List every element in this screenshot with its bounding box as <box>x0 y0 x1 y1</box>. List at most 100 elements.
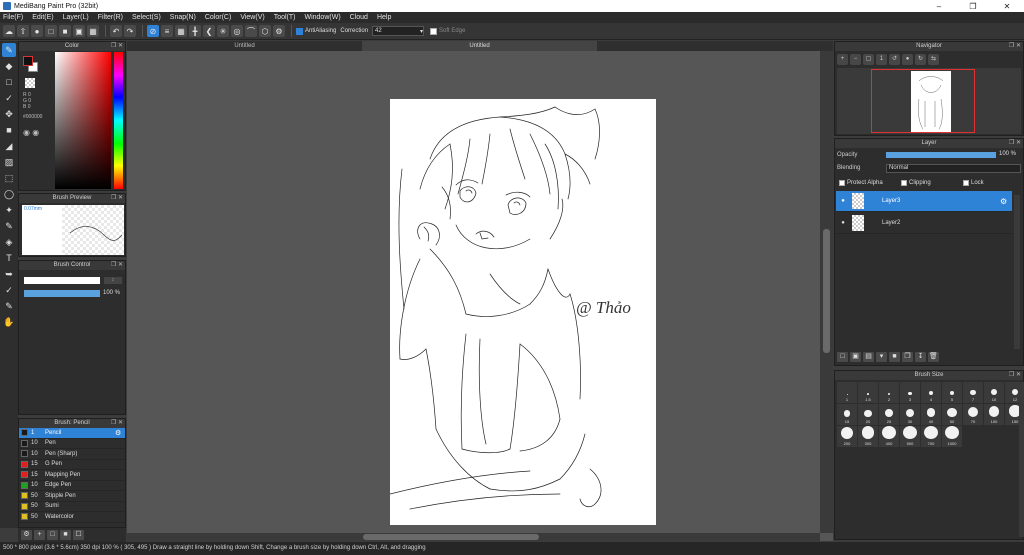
select-pen-icon[interactable]: ✎ <box>2 219 16 233</box>
transparent-swatch[interactable] <box>25 78 35 88</box>
grid-snap-icon[interactable]: ▦ <box>175 25 187 37</box>
brush-size-option[interactable]: 700 <box>921 426 941 447</box>
eraser-tool-icon[interactable]: ◆ <box>2 59 16 73</box>
brush-item[interactable]: 15 G Pen <box>19 460 125 470</box>
brush-size-option[interactable]: 3 <box>900 382 920 403</box>
protect-alpha-option[interactable]: Protect Alpha <box>839 180 883 186</box>
cloud-icon[interactable]: ☁ <box>3 25 15 37</box>
brush-settings-icon[interactable]: ⚙ <box>21 530 32 540</box>
panel-close-icon[interactable]: ❐ ✕ <box>1009 42 1021 51</box>
open-folder-icon[interactable]: ■ <box>59 25 71 37</box>
layer-opacity-slider[interactable] <box>886 152 996 158</box>
brush-size-option[interactable]: 10 <box>984 382 1004 403</box>
brush-size-option[interactable]: 30 <box>900 404 920 425</box>
brush-opacity-slider[interactable] <box>24 290 100 297</box>
vanishing-point-icon[interactable]: ❮ <box>203 25 215 37</box>
menu-window[interactable]: Window(W) <box>304 14 340 21</box>
brush-item[interactable]: 50 Stipple Pen <box>19 491 125 502</box>
minimize-button[interactable]: – <box>922 2 956 11</box>
lasso-tool-icon[interactable]: ◯ <box>2 187 16 201</box>
move-tool-icon[interactable]: ✥ <box>2 107 16 121</box>
brush-size-option[interactable]: 1.5 <box>858 382 878 403</box>
navigator-view-frame[interactable] <box>871 69 975 133</box>
cross-snap-icon[interactable]: ╋ <box>189 25 201 37</box>
menu-tool[interactable]: Tool(T) <box>274 14 296 21</box>
parallel-snap-icon[interactable]: ≡ <box>161 25 173 37</box>
navigator-preview[interactable] <box>837 68 1021 134</box>
brush-size-option[interactable]: 1 <box>837 382 857 403</box>
snap-off-icon[interactable]: ⊘ <box>147 25 159 37</box>
foreground-color-swatch[interactable] <box>23 56 33 66</box>
reset-rotation-icon[interactable]: ● <box>902 54 913 65</box>
brush-item[interactable]: 15 Mapping Pen <box>19 470 125 481</box>
brush-size-option[interactable]: 40 <box>921 404 941 425</box>
panel-close-icon[interactable]: ❐ ✕ <box>111 419 123 428</box>
brush-size-option[interactable]: 200 <box>837 426 857 447</box>
rotate-right-icon[interactable]: ↻ <box>915 54 926 65</box>
hue-slider[interactable] <box>114 52 123 189</box>
text-tool-icon[interactable]: T <box>2 251 16 265</box>
menu-help[interactable]: Help <box>377 14 391 21</box>
zoom-out-icon[interactable]: − <box>850 54 861 65</box>
layer-folder-icon[interactable]: ■ <box>889 352 900 362</box>
brush-size-option[interactable]: 5 <box>942 382 962 403</box>
brush-size-stepper[interactable]: ↕ <box>104 277 122 284</box>
brush-size-option[interactable]: 15 <box>837 404 857 425</box>
settings-snap-icon[interactable]: ⚙ <box>273 25 285 37</box>
tab-untitled-1[interactable]: Untitled <box>127 41 362 51</box>
select-tool-icon[interactable]: ✓ <box>2 91 16 105</box>
drawing-canvas[interactable]: @ Thảo <box>389 99 656 525</box>
layer-settings-icon[interactable]: ⚙ <box>1000 197 1012 206</box>
merge-layer-icon[interactable]: ↧ <box>915 352 926 362</box>
saturation-value-picker[interactable] <box>55 52 111 189</box>
operation-tool-icon[interactable]: ➥ <box>2 267 16 281</box>
panel-close-icon[interactable]: ❐ ✕ <box>111 261 123 270</box>
select-eraser-icon[interactable]: ◈ <box>2 235 16 249</box>
lock-option[interactable]: Lock <box>963 180 984 186</box>
upload-icon[interactable]: ⇧ <box>17 25 29 37</box>
clipping-option[interactable]: Clipping <box>901 180 931 186</box>
add-layer-menu-icon[interactable]: ▾ <box>876 352 887 362</box>
brush-item[interactable]: 10 Pen (Sharp) <box>19 449 125 460</box>
add-brush-icon[interactable]: + <box>34 530 45 540</box>
circle-snap-icon[interactable]: ◎ <box>231 25 243 37</box>
menu-select[interactable]: Select(S) <box>132 14 161 21</box>
magic-wand-icon[interactable]: ✦ <box>2 203 16 217</box>
marquee-tool-icon[interactable]: ⬚ <box>2 171 16 185</box>
brush-size-option[interactable]: 1000 <box>942 426 962 447</box>
menu-layer[interactable]: Layer(L) <box>63 14 89 21</box>
visibility-icon[interactable]: ● <box>838 220 848 226</box>
new-8bit-layer-icon[interactable]: ▤ <box>863 352 874 362</box>
menu-color[interactable]: Color(C) <box>205 14 231 21</box>
horizontal-scroll-thumb[interactable] <box>363 534 539 540</box>
new-file-icon[interactable]: □ <box>45 25 57 37</box>
fit-view-icon[interactable]: ▢ <box>863 54 874 65</box>
canvas-horizontal-scrollbar[interactable] <box>127 533 820 541</box>
zoom-in-icon[interactable]: + <box>837 54 848 65</box>
brush-size-option[interactable]: 300 <box>858 426 878 447</box>
brush-size-option[interactable]: 4 <box>921 382 941 403</box>
actual-size-icon[interactable]: 1 <box>876 54 887 65</box>
save-icon[interactable]: ▣ <box>73 25 85 37</box>
visibility-icon[interactable]: ● <box>838 198 848 204</box>
brush-item[interactable]: 50 Sumi <box>19 502 125 512</box>
chat-icon[interactable]: ● <box>31 25 43 37</box>
duplicate-layer-icon[interactable]: ❐ <box>902 352 913 362</box>
brush-size-option[interactable]: 400 <box>879 426 899 447</box>
protect-alpha-checkbox[interactable] <box>839 180 845 186</box>
brush-size-option[interactable]: 2 <box>879 382 899 403</box>
brush-size-option[interactable]: 7 <box>963 382 983 403</box>
layer-item-layer2[interactable]: ● Layer2 <box>836 213 1012 234</box>
brush-size-option[interactable]: 20 <box>858 404 878 425</box>
canvas-vertical-scrollbar[interactable] <box>820 51 833 533</box>
brush-item[interactable]: 10 Edge Pen <box>19 481 125 491</box>
layer-item-layer3[interactable]: ● Layer3 ⚙ <box>836 191 1012 212</box>
new-halftone-layer-icon[interactable]: ▣ <box>850 352 861 362</box>
panel-close-icon[interactable]: ❐ ✕ <box>111 194 123 203</box>
tab-untitled-2[interactable]: Untitled <box>362 41 597 51</box>
curve-snap-icon[interactable]: ⌒ <box>245 25 257 37</box>
brush-item[interactable]: 1 Pencil ⚙ <box>19 428 125 439</box>
panel-close-icon[interactable]: ❐ ✕ <box>1009 139 1021 148</box>
vertical-scroll-thumb[interactable] <box>823 229 830 353</box>
brush-settings-icon[interactable]: ⚙ <box>115 429 125 437</box>
